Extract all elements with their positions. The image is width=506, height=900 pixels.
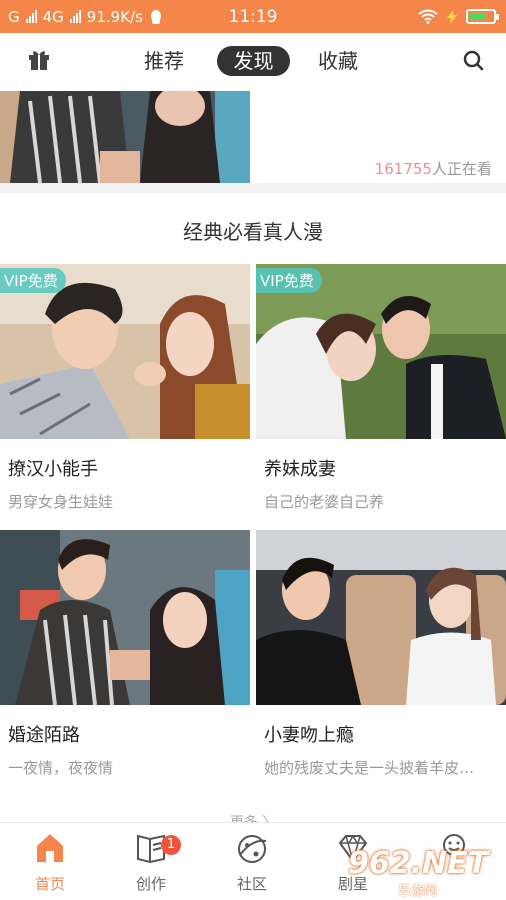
comic-cover[interactable]: VIP免费 [256, 264, 506, 439]
charging-icon [447, 9, 457, 24]
comic-description: 她的残废丈夫是一头披着羊皮… [264, 759, 475, 777]
comic-description: 自己的老婆自己养 [264, 493, 385, 511]
tab-recommend[interactable]: 推荐 [144, 46, 184, 76]
vip-free-badge: VIP免费 [256, 268, 322, 293]
comic-cover[interactable]: VIP免费 [0, 264, 250, 439]
comic-title[interactable]: 撩汉小能手 [8, 455, 250, 481]
comic-description: 一夜情，夜夜情 [8, 759, 114, 777]
section-title: 经典必看真人漫 [183, 220, 323, 244]
viewer-number: 161755 [374, 160, 432, 178]
tab-favorites[interactable]: 收藏 [318, 46, 358, 76]
comic-cover[interactable] [256, 530, 506, 705]
comic-title[interactable]: 婚途陌路 [8, 721, 250, 747]
comic-title[interactable]: 养妹成妻 [264, 455, 506, 481]
comic-cover[interactable] [0, 530, 250, 705]
tab-discover[interactable]: 发现 [217, 46, 290, 76]
nav-create[interactable]: 1 创作 [101, 823, 201, 900]
status-right [418, 0, 499, 33]
vip-free-badge: VIP免费 [0, 268, 66, 293]
comic-title[interactable]: 小妻吻上瘾 [264, 721, 506, 747]
tab-bar: 推荐 发现 收藏 [0, 33, 506, 89]
watermark-text: 962.NET [348, 846, 489, 881]
viewer-suffix: 人正在看 [431, 160, 492, 178]
notification-badge: 1 [161, 835, 181, 855]
planet-icon [238, 835, 267, 863]
comic-description: 男穿女身生娃娃 [8, 493, 114, 511]
nav-label: 创作 [135, 875, 166, 893]
comic-card[interactable]: 小妻吻上瘾 她的残废丈夫是一头披着羊皮… [256, 530, 506, 778]
nav-label: 社区 [236, 875, 267, 893]
wifi-icon [418, 9, 438, 24]
banner-image[interactable] [0, 91, 250, 183]
watermark-subtext: 乐游网 [398, 884, 438, 899]
app-screen: G 4G 91.9K/s 11:19 推荐 发现 收藏 161755人正在看 经… [0, 0, 506, 900]
battery-icon [466, 9, 499, 24]
viewer-count: 161755人正在看 [375, 158, 492, 179]
nav-home[interactable]: 首页 [0, 823, 100, 900]
comic-card[interactable]: VIP免费 撩汉小能手 男穿女身生娃娃 [0, 264, 250, 512]
watermark-logo: 962.NET 乐游网 [348, 846, 498, 899]
search-icon[interactable] [462, 49, 484, 71]
nav-label: 首页 [34, 875, 65, 893]
home-icon [37, 834, 63, 862]
bottom-nav: 首页 1 创作 社区 剧星 962.NET 乐游网 [0, 822, 506, 900]
nav-community[interactable]: 社区 [202, 823, 302, 900]
top-nav: 推荐 发现 收藏 [0, 33, 506, 89]
comic-card[interactable]: 婚途陌路 一夜情，夜夜情 [0, 530, 250, 778]
comic-card[interactable]: VIP免费 养妹成妻 自己的老婆自己养 [256, 264, 506, 512]
section-divider [0, 183, 506, 193]
status-bar: G 4G 91.9K/s 11:19 [0, 0, 506, 33]
